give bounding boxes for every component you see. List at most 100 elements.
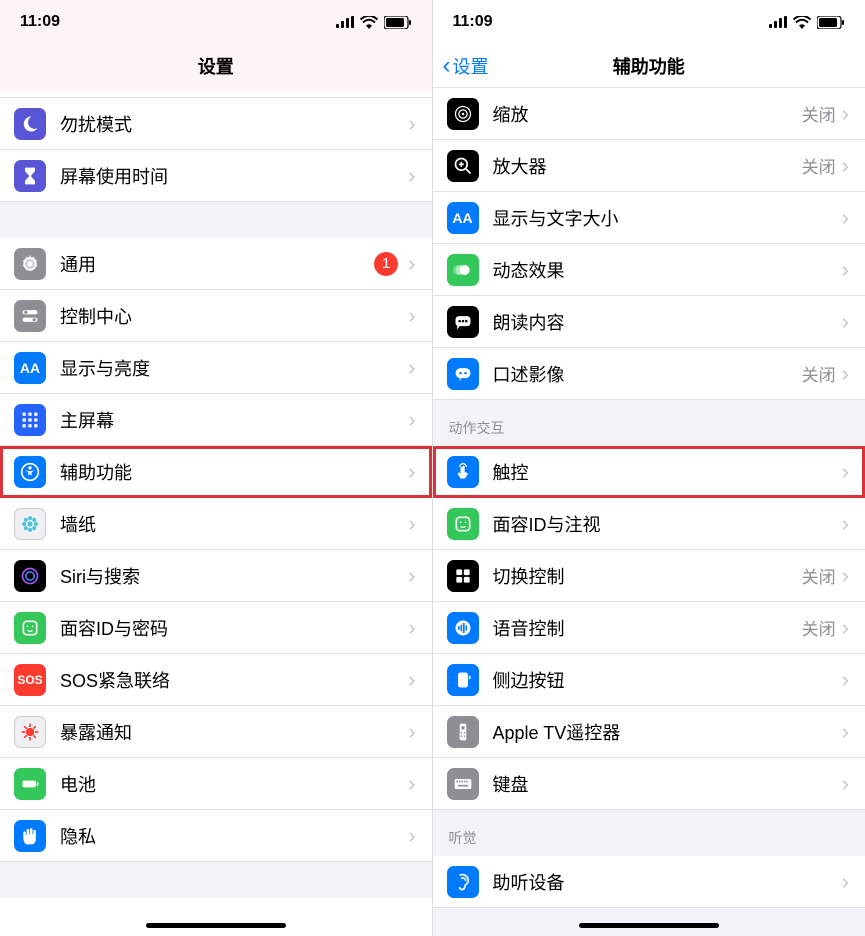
- accessibility-icon: [14, 456, 46, 488]
- row-textsize[interactable]: AA 显示与文字大小 ›: [433, 192, 865, 244]
- row-general[interactable]: 通用 1 ›: [0, 238, 432, 290]
- row-audio-desc[interactable]: 口述影像 关闭 ›: [433, 348, 865, 400]
- back-label: 设置: [453, 53, 489, 79]
- row-face-attention[interactable]: 面容ID与注视 ›: [433, 498, 865, 550]
- side-button-icon: [447, 664, 479, 696]
- row-touch[interactable]: 触控 ›: [433, 446, 865, 498]
- aa-icon: AA: [14, 352, 46, 384]
- row-label: 显示与亮度: [60, 355, 408, 381]
- accessibility-list[interactable]: 缩放 关闭 › 放大器 关闭 › AA 显示与文字大小 › 动态效果 › 朗读内…: [433, 88, 865, 936]
- row-label: Apple TV遥控器: [493, 719, 842, 745]
- chevron-right-icon: ›: [408, 563, 415, 589]
- row-battery[interactable]: 电池 ›: [0, 758, 432, 810]
- row-label: 侧边按钮: [493, 667, 842, 693]
- row-label: 键盘: [493, 771, 842, 797]
- row-privacy[interactable]: 隐私 ›: [0, 810, 432, 862]
- settings-list[interactable]: 勿扰模式 › 屏幕使用时间 › 通用 1 › 控制中心 › AA 显示与亮度 ›…: [0, 88, 432, 936]
- signal-icon: [769, 16, 787, 28]
- chevron-right-icon: ›: [842, 205, 849, 231]
- row-label: 放大器: [493, 153, 802, 179]
- chevron-right-icon: ›: [408, 163, 415, 189]
- row-home[interactable]: 主屏幕 ›: [0, 394, 432, 446]
- chevron-right-icon: ›: [408, 111, 415, 137]
- voice-icon: [447, 612, 479, 644]
- row-label: 触控: [493, 459, 842, 485]
- section-gap: [0, 202, 432, 238]
- chevron-right-icon: ›: [842, 719, 849, 745]
- section-header: 动作交互: [433, 400, 865, 446]
- row-keyboard[interactable]: 键盘 ›: [433, 758, 865, 810]
- wifi-icon: [793, 16, 811, 29]
- motion-icon: [447, 254, 479, 286]
- chevron-right-icon: ›: [842, 101, 849, 127]
- row-value: 关闭: [802, 101, 836, 126]
- row-label: 辅助功能: [60, 459, 408, 485]
- chat-icon: [447, 358, 479, 390]
- back-button[interactable]: ‹ 设置: [443, 53, 489, 79]
- row-label: Siri与搜索: [60, 563, 408, 589]
- row-side-button[interactable]: 侧边按钮 ›: [433, 654, 865, 706]
- nav-bar: ‹ 设置 辅助功能: [433, 44, 865, 88]
- face-icon: [447, 508, 479, 540]
- row-label: 电池: [60, 771, 408, 797]
- ear-icon: [447, 866, 479, 898]
- row-sos[interactable]: SOS SOS紧急联络 ›: [0, 654, 432, 706]
- page-title: 辅助功能: [613, 53, 685, 79]
- home-indicator[interactable]: [146, 923, 286, 928]
- section-gap: [0, 862, 432, 898]
- sos-text: SOS: [14, 664, 46, 696]
- row-apple-tv[interactable]: Apple TV遥控器 ›: [433, 706, 865, 758]
- home-indicator[interactable]: [579, 923, 719, 928]
- flower-icon: [14, 508, 46, 540]
- aa-icon: AA: [447, 202, 479, 234]
- row-magnifier[interactable]: 放大器 关闭 ›: [433, 140, 865, 192]
- row-faceid[interactable]: 面容ID与密码 ›: [0, 602, 432, 654]
- section-header: 听觉: [433, 810, 865, 856]
- chevron-right-icon: ›: [842, 615, 849, 641]
- settings-screen: 11:09 设置 勿扰模式 › 屏幕使用时间 › 通用 1 › 控制中心 › A…: [0, 0, 433, 936]
- chevron-right-icon: ›: [842, 153, 849, 179]
- row-hearing[interactable]: 助听设备 ›: [433, 856, 865, 908]
- row-siri[interactable]: Siri与搜索 ›: [0, 550, 432, 602]
- row-voice-control[interactable]: 语音控制 关闭 ›: [433, 602, 865, 654]
- status-time: 11:09: [453, 13, 493, 31]
- row-control[interactable]: 控制中心 ›: [0, 290, 432, 342]
- row-label: 动态效果: [493, 257, 842, 283]
- row-value: 关闭: [802, 361, 836, 386]
- row-zoom[interactable]: 缩放 关闭 ›: [433, 88, 865, 140]
- chevron-right-icon: ›: [408, 771, 415, 797]
- row-display[interactable]: AA 显示与亮度 ›: [0, 342, 432, 394]
- switch-grid-icon: [447, 560, 479, 592]
- row-motion[interactable]: 动态效果 ›: [433, 244, 865, 296]
- chevron-right-icon: ›: [408, 667, 415, 693]
- battery-icon: [14, 768, 46, 800]
- status-icons: [769, 16, 845, 29]
- chevron-right-icon: ›: [408, 823, 415, 849]
- touch-icon: [447, 456, 479, 488]
- row-label: 墙纸: [60, 511, 408, 537]
- chevron-right-icon: ›: [842, 257, 849, 283]
- nav-bar: 设置: [0, 44, 432, 88]
- partial-row-bottom: [0, 898, 432, 936]
- row-label: 缩放: [493, 101, 802, 127]
- chevron-right-icon: ›: [842, 361, 849, 387]
- keyboard-icon: [447, 768, 479, 800]
- row-screentime[interactable]: 屏幕使用时间 ›: [0, 150, 432, 202]
- row-value: 关闭: [802, 615, 836, 640]
- row-label: 主屏幕: [60, 407, 408, 433]
- row-label: 显示与文字大小: [493, 205, 842, 231]
- row-spoken[interactable]: 朗读内容 ›: [433, 296, 865, 348]
- status-time: 11:09: [20, 13, 60, 31]
- chevron-right-icon: ›: [408, 459, 415, 485]
- row-switch-control[interactable]: 切换控制 关闭 ›: [433, 550, 865, 602]
- chevron-right-icon: ›: [842, 667, 849, 693]
- chevron-right-icon: ›: [842, 309, 849, 335]
- row-dnd[interactable]: 勿扰模式 ›: [0, 98, 432, 150]
- page-title: 设置: [198, 53, 234, 79]
- row-wallpaper[interactable]: 墙纸 ›: [0, 498, 432, 550]
- row-label: 勿扰模式: [60, 111, 408, 137]
- gear-icon: [14, 248, 46, 280]
- row-exposure[interactable]: 暴露通知 ›: [0, 706, 432, 758]
- row-accessibility[interactable]: 辅助功能 ›: [0, 446, 432, 498]
- magnify-plus-icon: [447, 150, 479, 182]
